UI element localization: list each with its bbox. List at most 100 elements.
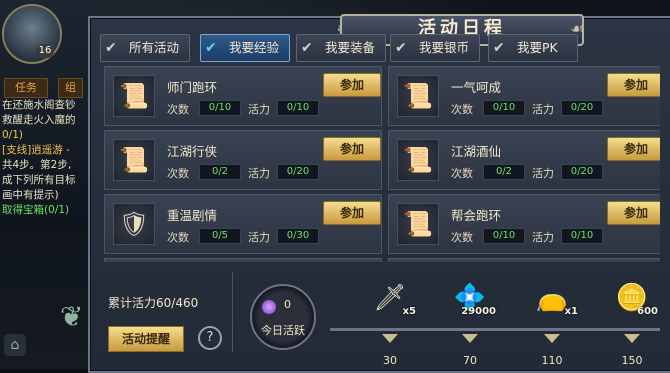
scroll-icon[interactable]: 📜: [113, 139, 155, 181]
count-label: 次数: [451, 103, 473, 116]
quest-tab-task[interactable]: 任务: [4, 78, 48, 98]
vitality-label: 活力: [248, 103, 270, 116]
activity-name: 帮会跑环: [451, 208, 502, 223]
reward-quantity: x5: [402, 306, 416, 317]
quest-tabs: 任务 组: [0, 78, 95, 98]
help-icon[interactable]: ?: [198, 326, 222, 350]
count-value: 0/2: [199, 164, 241, 180]
vitality-label: 活力: [248, 231, 270, 244]
quest-line: [支线]逍遥游 -: [2, 144, 70, 156]
tab-label: 我要经验: [229, 40, 280, 55]
activity-card: 📜 一气呵成次数 0/10 活力 0/20 参加: [388, 66, 660, 126]
activity-card: 📜 帮会跑环 次数 0/10 活力 0/10 参加: [388, 194, 660, 254]
milestone-value: 150: [621, 354, 643, 367]
count-label: 次数: [451, 231, 473, 244]
count-value: 0/10: [199, 100, 241, 116]
milestone-arrow-icon: [462, 334, 478, 343]
count-label: 次数: [451, 167, 473, 180]
milestone-value: 110: [541, 354, 563, 367]
reward-milestone[interactable]: 💠 29000 70: [442, 278, 498, 368]
scroll-icon[interactable]: 📜: [397, 203, 439, 245]
activity-card: 📜 师门跑环 次数 0/10 活力 0/10 参加: [104, 66, 382, 126]
join-button[interactable]: 参加: [607, 137, 660, 161]
activity-card: 📜 江湖酒仙次数 0/2 活力 0/20 参加: [388, 130, 660, 190]
join-button[interactable]: 参加: [607, 73, 660, 97]
quest-line: 在还施水阁查钞: [2, 99, 76, 111]
tab-1[interactable]: ✔ 所有活动: [100, 34, 190, 62]
vitality-label: 活力: [532, 103, 554, 116]
reward-milestone[interactable]: 🗡 x5 30: [362, 278, 418, 368]
scroll-icon[interactable]: 📜: [397, 139, 439, 181]
tab-3[interactable]: ✔ 我要装备: [296, 34, 386, 62]
checkmark-icon: ✔: [395, 40, 407, 56]
checkmark-icon: ✔: [493, 40, 505, 56]
vitality-rewards-bar: 累计活力60/460 活动提醒 ? 0 今日活跃 🗡 x5 30 💠 29000 70 👝 x…: [100, 262, 660, 367]
milestone-arrow-icon: [624, 334, 640, 343]
count-label: 次数: [167, 167, 189, 180]
vitality-value: 0/20: [561, 100, 603, 116]
camera-icon[interactable]: ⌂: [4, 334, 26, 356]
reward-milestone[interactable]: 👝 x1 110: [524, 278, 580, 368]
activity-list: 📜 师门跑环 次数 0/10 活力 0/10 参加 📜 一气呵成 次数 0/10 活力 0/20 参加 📜 江…: [100, 66, 660, 262]
reward-milestone[interactable]: 🪙 600 150: [604, 278, 660, 368]
tab-label: 我要PK: [517, 40, 558, 55]
activity-reminder-button[interactable]: 活动提醒: [108, 326, 184, 352]
quest-tab-team[interactable]: 组: [58, 78, 83, 98]
checkmark-icon: ✔: [105, 40, 117, 56]
quest-line: 共4步。第2步,: [2, 159, 72, 171]
vitality-value: 0/20: [277, 164, 319, 180]
armor-icon[interactable]: 🛡: [113, 203, 155, 245]
milestone-arrow-icon: [382, 334, 398, 343]
join-button[interactable]: 参加: [323, 137, 381, 161]
today-activity-value: 0: [284, 298, 291, 311]
checkmark-icon: ✔: [301, 40, 313, 56]
count-label: 次数: [167, 231, 189, 244]
activity-card: 🛡 重温剧情 次数 0/5 活力 0/30 参加: [104, 194, 382, 254]
vitality-value: 0/10: [277, 100, 319, 116]
tab-label: 我要装备: [325, 40, 376, 55]
activity-name: 江湖酒仙: [451, 144, 502, 159]
left-hud: 16 任务 组 在还施水阁查钞 救醒走火入魔的 0/1) [支线]逍遥游 - 共4步。第…: [0, 0, 95, 369]
tab-2[interactable]: ✔ 我要经验: [200, 34, 290, 62]
player-level: 16: [36, 44, 54, 58]
count-label: 次数: [167, 103, 189, 116]
tab-label: 所有活动: [129, 40, 180, 55]
today-activity-label: 今日活跃: [261, 324, 305, 337]
quest-tracker[interactable]: 在还施水阁查钞 救醒走火入魔的 0/1) [支线]逍遥游 - 共4步。第2步, 成下列所有…: [2, 98, 92, 218]
reward-quantity: x1: [564, 306, 578, 317]
milestone-arrow-icon: [544, 334, 560, 343]
vitality-label: 活力: [532, 167, 554, 180]
count-value: 0/2: [483, 164, 525, 180]
count-value: 0/10: [483, 100, 525, 116]
today-activity-badge: 0 今日活跃: [250, 284, 316, 350]
count-value: 0/10: [483, 228, 525, 244]
gem-icon: [262, 300, 276, 314]
total-vitality: 累计活力60/460: [108, 296, 199, 310]
join-button[interactable]: 参加: [323, 73, 381, 97]
vitality-label: 活力: [248, 167, 270, 180]
divider: [232, 272, 233, 352]
join-button[interactable]: 参加: [607, 201, 660, 225]
quest-line: 0/1): [2, 129, 23, 141]
quest-line: 取得宝箱(0/1): [2, 204, 70, 216]
quest-line: 画中有提示): [2, 189, 59, 201]
quest-line: 成下列所有目标: [2, 174, 76, 186]
player-portrait[interactable]: [2, 4, 62, 64]
leaf-decoration-icon: ❦: [60, 300, 84, 333]
tab-4[interactable]: ✔ 我要银币: [390, 34, 480, 62]
vitality-value: 0/20: [561, 164, 603, 180]
scroll-icon[interactable]: 📜: [113, 75, 155, 117]
tab-label: 我要银币: [419, 40, 470, 55]
join-button[interactable]: 参加: [323, 201, 381, 225]
reward-quantity: 600: [637, 306, 658, 317]
activity-name: 江湖行侠: [167, 144, 218, 159]
scroll-icon[interactable]: 📜: [397, 75, 439, 117]
quest-line: 救醒走火入魔的: [2, 114, 76, 126]
vitality-value: 0/10: [561, 228, 603, 244]
activity-name: 一气呵成: [451, 80, 502, 95]
reward-quantity: 29000: [461, 306, 496, 317]
vitality-value: 0/30: [277, 228, 319, 244]
milestone-value: 70: [463, 354, 477, 367]
tab-5[interactable]: ✔ 我要PK: [488, 34, 578, 62]
vitality-label: 活力: [532, 231, 554, 244]
